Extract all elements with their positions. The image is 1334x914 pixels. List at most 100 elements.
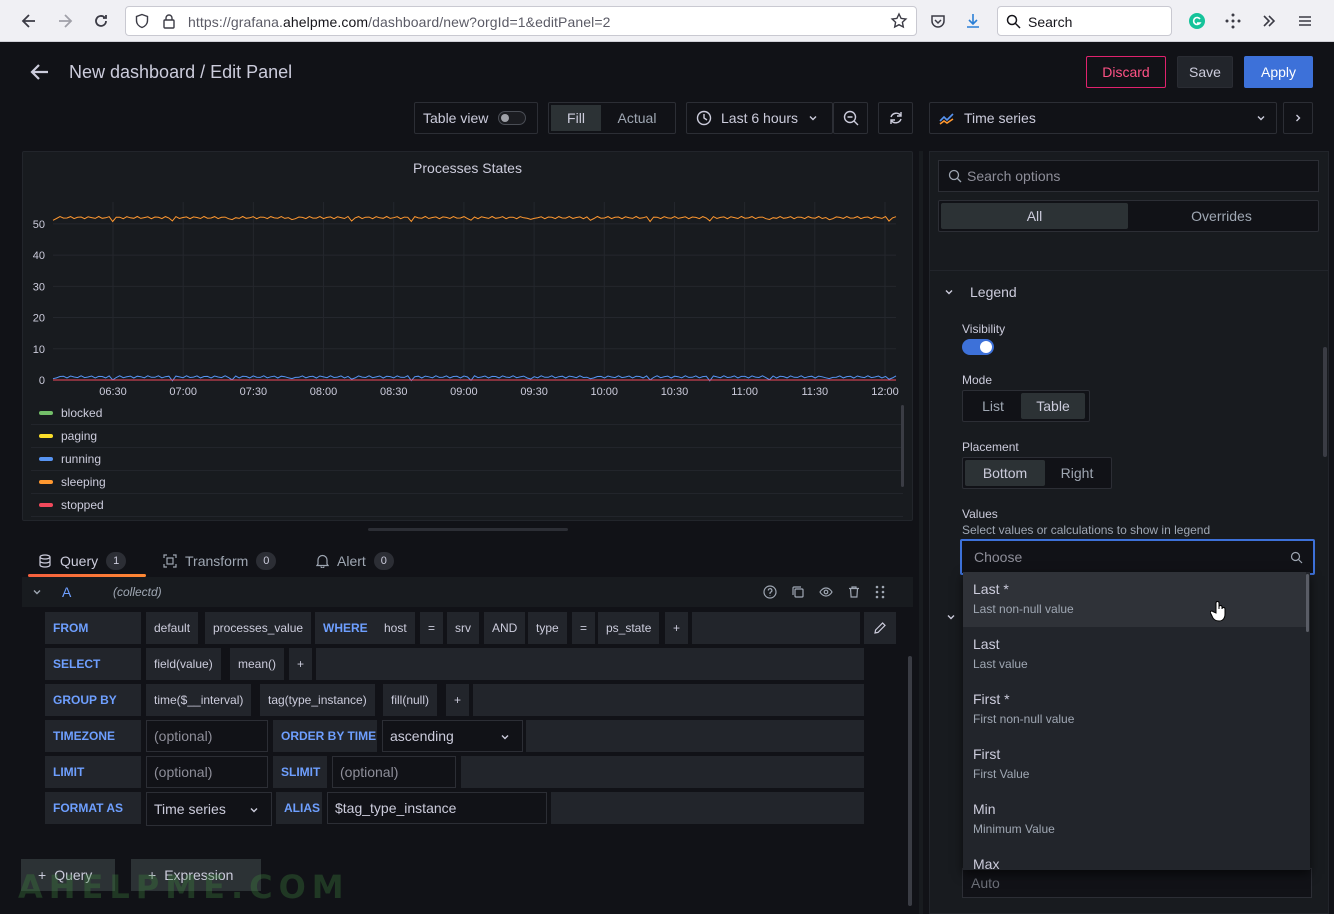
visibility-toggle[interactable] [962, 339, 994, 355]
select-function[interactable]: mean() [230, 648, 285, 680]
table-view-switch[interactable] [498, 111, 527, 125]
groupby-add-button[interactable]: + [446, 684, 470, 716]
grafana-app: New dashboard / Edit Panel Discard Save … [6, 42, 1329, 914]
grammarly-icon[interactable] [1183, 7, 1211, 35]
where-key-type[interactable]: type [528, 612, 567, 644]
tab-query[interactable]: Query 1 [38, 552, 127, 570]
timezone-input[interactable]: (optional) [146, 720, 268, 752]
dropdown-option[interactable]: Last * Last non-null value [963, 572, 1306, 627]
legend-section-header[interactable]: Legend [944, 282, 1017, 302]
address-bar[interactable]: https://grafana.ahelpme.com/dashboard/ne… [125, 6, 917, 36]
table-view-toggle[interactable]: Table view [414, 102, 538, 134]
back-arrow-icon[interactable] [28, 60, 52, 84]
from-measurement[interactable]: processes_value [205, 612, 312, 644]
where-and[interactable]: AND [484, 612, 526, 644]
table-view-label: Table view [423, 110, 489, 126]
visibility-toggle-knob [980, 341, 992, 353]
reload-icon[interactable] [87, 7, 115, 35]
x-tick-label: 09:00 [450, 386, 478, 398]
options-search-placeholder: Search options [967, 168, 1061, 184]
help-icon[interactable] [763, 585, 777, 599]
duplicate-icon[interactable] [791, 585, 805, 599]
dropdown-option-label: First * [973, 691, 1010, 707]
mode-toggle: List Table [962, 390, 1090, 422]
dropdown-option-description: Last non-null value [973, 602, 1074, 616]
collapse-options-button[interactable] [1283, 102, 1313, 134]
pane-splitter[interactable] [919, 151, 923, 914]
alias-input[interactable]: $tag_type_instance [327, 792, 547, 824]
values-select[interactable]: Choose [960, 539, 1315, 575]
extension-icon[interactable] [1219, 7, 1247, 35]
save-button[interactable]: Save [1177, 56, 1233, 88]
placement-bottom-option[interactable]: Bottom [965, 460, 1045, 486]
legend-scrollbar[interactable] [901, 405, 904, 487]
values-description: Select values or calculations to show in… [962, 523, 1211, 537]
options-scrollbar[interactable] [1323, 347, 1327, 457]
where-value-srv[interactable]: srv [447, 612, 479, 644]
options-search-input[interactable]: Search options [938, 160, 1319, 192]
where-add-button[interactable]: + [665, 612, 689, 644]
where-operator-1[interactable]: = [420, 612, 444, 644]
editor-scrollbar[interactable] [908, 656, 912, 906]
browser-search-input[interactable]: Search [997, 6, 1172, 36]
apply-button[interactable]: Apply [1244, 56, 1313, 88]
legend-item-sleeping[interactable]: sleeping [31, 471, 903, 494]
legend-item-blocked[interactable]: blocked [31, 402, 903, 425]
drag-handle-icon[interactable] [874, 584, 886, 600]
format-select[interactable]: Time series [146, 792, 272, 826]
groupby-time[interactable]: time($__interval) [146, 684, 252, 716]
tab-alert[interactable]: Alert 0 [316, 552, 394, 570]
mode-table-option[interactable]: Table [1021, 393, 1085, 419]
alias-keyword: ALIAS [276, 792, 322, 824]
visualization-picker[interactable]: Time series [929, 102, 1277, 134]
legend-item-paging[interactable]: paging [31, 425, 903, 448]
dropdown-option[interactable]: Min Minimum Value [963, 792, 1306, 847]
values-label: Values [962, 507, 998, 521]
select-add-button[interactable]: + [289, 648, 313, 680]
select-field[interactable]: field(value) [146, 648, 221, 680]
query-ref-id[interactable]: A [62, 584, 71, 600]
from-policy[interactable]: default [146, 612, 199, 644]
pocket-icon[interactable] [924, 7, 952, 35]
tab-overrides[interactable]: Overrides [1128, 203, 1315, 229]
trash-icon[interactable] [847, 585, 861, 599]
legend-item-running[interactable]: running [31, 448, 903, 471]
dropdown-option[interactable]: First * First non-null value [963, 682, 1306, 737]
time-range-picker[interactable]: Last 6 hours [686, 102, 833, 134]
back-icon[interactable] [15, 7, 43, 35]
dropdown-option[interactable]: Last Last value [963, 627, 1306, 682]
overflow-chevron-icon[interactable] [1255, 7, 1283, 35]
dropdown-option[interactable]: First First Value [963, 737, 1306, 792]
forward-icon[interactable] [51, 7, 79, 35]
placement-right-option[interactable]: Right [1045, 460, 1109, 486]
bookmark-star-icon[interactable] [890, 12, 908, 33]
slimit-input[interactable]: (optional) [332, 756, 456, 788]
auto-input[interactable]: Auto [962, 868, 1312, 898]
y-tick-label: 30 [33, 281, 45, 293]
dropdown-option[interactable]: Max [963, 847, 1306, 870]
fill-button[interactable]: Fill [551, 105, 601, 131]
slimit-keyword: SLIMIT [273, 756, 327, 788]
groupby-fill[interactable]: fill(null) [383, 684, 438, 716]
panel-resize-handle[interactable] [368, 528, 568, 531]
zoom-out-button[interactable] [833, 102, 868, 134]
where-operator-2[interactable]: = [572, 612, 596, 644]
mode-list-option[interactable]: List [965, 393, 1021, 419]
legend-item-stopped[interactable]: stopped [31, 494, 903, 517]
orderby-select[interactable]: ascending [382, 720, 523, 752]
raw-query-toggle[interactable] [864, 612, 896, 644]
tab-transform[interactable]: Transform 0 [163, 552, 277, 570]
menu-icon[interactable] [1291, 7, 1319, 35]
dropdown-scrollbar[interactable] [1306, 574, 1309, 632]
where-key-host[interactable]: host [376, 612, 415, 644]
limit-input[interactable]: (optional) [146, 756, 268, 788]
collapse-chevron-icon[interactable] [32, 587, 42, 597]
where-value-ps-state[interactable]: ps_state [598, 612, 660, 644]
discard-button[interactable]: Discard [1086, 56, 1166, 88]
tab-all[interactable]: All [941, 203, 1128, 229]
eye-icon[interactable] [819, 585, 833, 599]
groupby-tag[interactable]: tag(type_instance) [260, 684, 375, 716]
actual-button[interactable]: Actual [601, 105, 673, 131]
download-icon[interactable] [959, 7, 987, 35]
refresh-button[interactable] [878, 102, 913, 134]
